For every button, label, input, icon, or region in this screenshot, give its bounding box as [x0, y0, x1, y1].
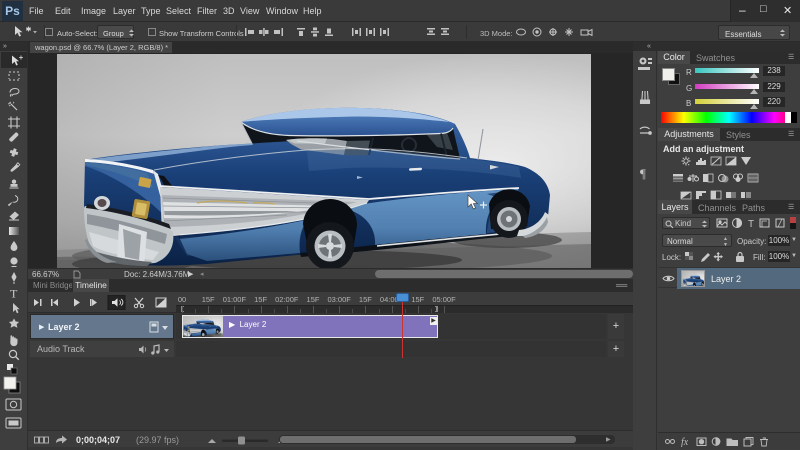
svg-text:fx: fx [681, 437, 689, 447]
svg-text:T: T [748, 219, 754, 229]
svg-text:¶: ¶ [640, 166, 646, 181]
svg-text:T: T [10, 287, 18, 301]
